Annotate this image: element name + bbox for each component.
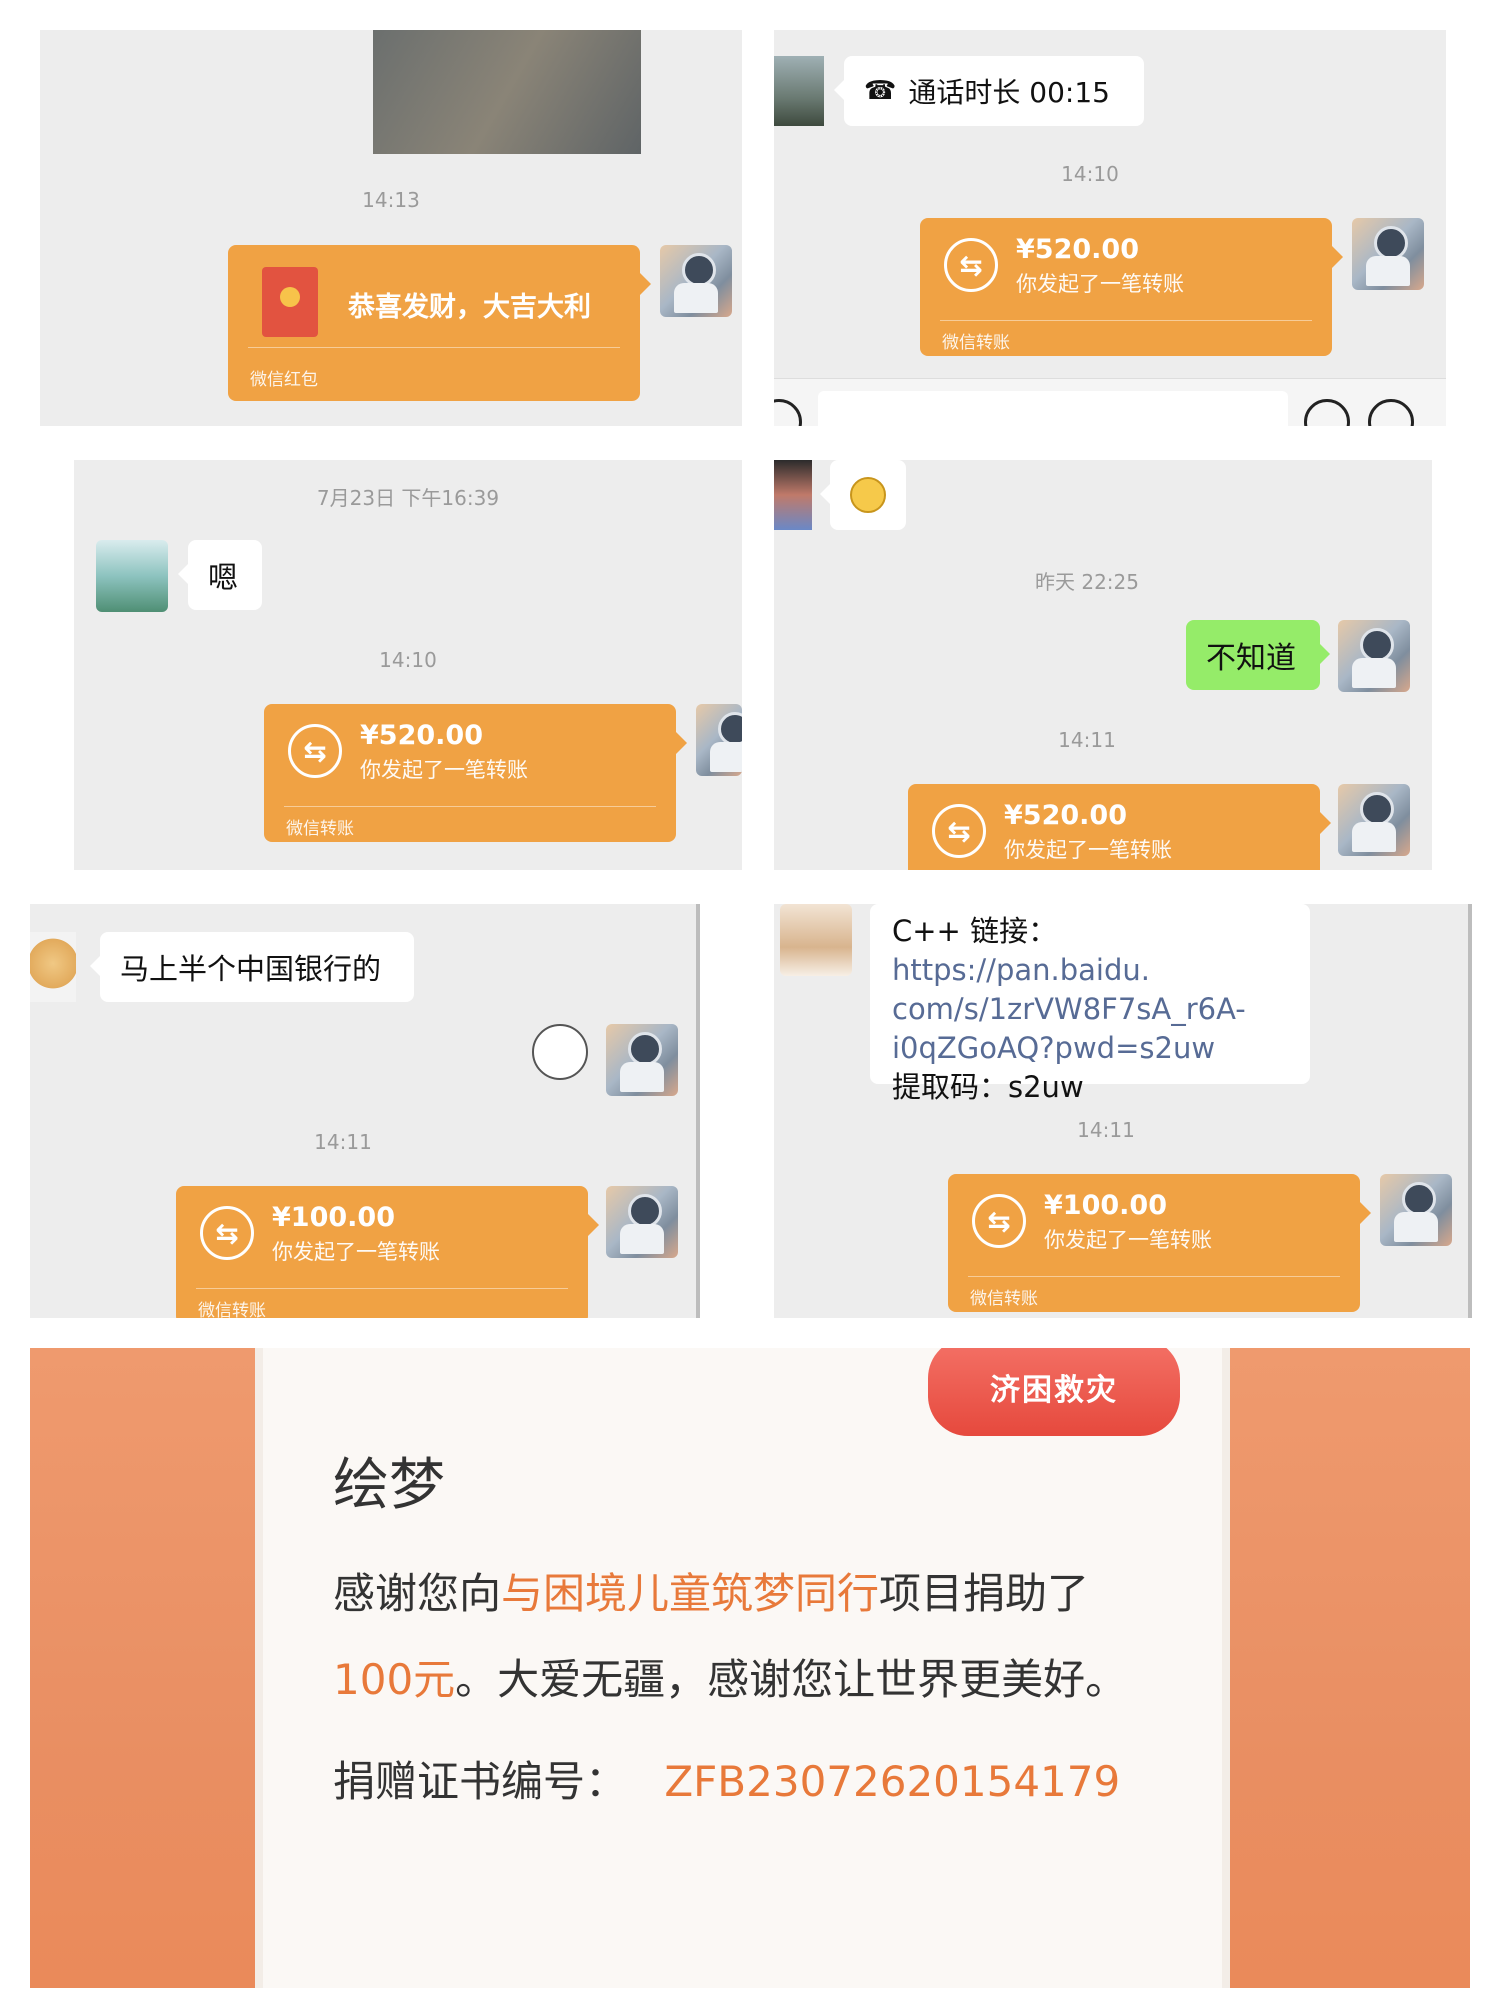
contact-avatar[interactable] — [774, 460, 812, 530]
bubble-divider — [248, 347, 620, 348]
transfer-desc: 你发起了一笔转账 — [272, 1240, 440, 1264]
input-bar — [774, 378, 1446, 426]
voice-icon[interactable] — [774, 399, 802, 426]
chat-panel-2: ☎ 通话时长 00:15 14:10 ⇆ ¥520.00 你发起了一笔转账 微信… — [774, 30, 1446, 426]
sticker-icon[interactable] — [532, 1024, 588, 1080]
transfer-bubble[interactable]: ⇆ ¥100.00 你发起了一笔转账 微信转账 — [948, 1174, 1371, 1312]
emoji-icon[interactable] — [1304, 399, 1350, 426]
my-avatar[interactable] — [1338, 784, 1410, 856]
extract-code: 提取码：s2uw — [892, 1070, 1084, 1104]
message-line-1: C++ 链接： https://pan.baidu. — [892, 912, 1288, 990]
transfer-desc: 你发起了一笔转账 — [1004, 838, 1172, 862]
timestamp: 14:11 — [314, 1130, 372, 1154]
link-message-bubble[interactable]: C++ 链接： https://pan.baidu. com/s/1zrVW8F7… — [870, 904, 1310, 1104]
transfer-desc: 你发起了一笔转账 — [1016, 272, 1184, 296]
red-packet-text: 恭喜发财，大吉大利 — [348, 292, 591, 323]
bubble-divider — [284, 806, 656, 807]
transfer-amount: ¥100.00 — [272, 1202, 395, 1233]
donation-certificate: 济困救灾 绘梦 感谢您向与困境儿童筑梦同行项目捐助了 100元。大爱无疆，感谢您… — [30, 1348, 1470, 1988]
transfer-bubble[interactable]: ⇆ ¥520.00 你发起了一笔转账 微信转账 — [920, 218, 1343, 356]
smile-emoji-icon — [850, 477, 886, 513]
transfer-footer: 微信转账 — [286, 819, 354, 839]
transfer-footer: 微信转账 — [198, 1301, 266, 1318]
my-avatar[interactable] — [696, 704, 742, 776]
thanks-text-a: 感谢您向 — [333, 1569, 502, 1618]
thanks-text-c: 。大爱无疆，感谢您让世界更美好。 — [455, 1655, 1128, 1704]
timestamp: 14:11 — [1058, 728, 1116, 752]
bubble-divider — [968, 1276, 1340, 1277]
transfer-bubble[interactable]: ⇆ ¥100.00 你发起了一笔转账 微信转账 — [176, 1186, 599, 1318]
transfer-bubble[interactable]: ⇆ ¥520.00 你发起了一笔转账 微信转账 — [264, 704, 687, 842]
link-text-3[interactable]: i0qZGoAQ?pwd=s2uw — [892, 1029, 1288, 1068]
transfer-amount: ¥520.00 — [360, 720, 483, 751]
certificate-number-line: 捐赠证书编号： ZFB23072620154179 — [333, 1748, 1120, 1809]
timestamp: 14:10 — [379, 648, 437, 672]
my-avatar[interactable] — [1352, 218, 1424, 290]
red-packet-footer: 微信红包 — [250, 370, 318, 390]
chat-panel-4: 昨天 22:25 不知道 14:11 ⇆ ¥520.00 你发起了一笔转账 — [774, 460, 1432, 870]
message-bubble[interactable]: 马上半个中国银行的 — [90, 932, 414, 1002]
transfer-icon: ⇆ — [200, 1206, 254, 1260]
bubble-divider — [940, 320, 1312, 321]
chat-panel-1: 14:13 恭喜发财，大吉大利 微信红包 — [40, 30, 742, 426]
certificate-number-label: 捐赠证书编号： — [333, 1757, 628, 1806]
transfer-bubble[interactable]: ⇆ ¥520.00 你发起了一笔转账 — [908, 784, 1331, 870]
message-bubble[interactable]: 嗯 — [178, 540, 262, 610]
contact-avatar[interactable] — [780, 904, 852, 976]
red-envelope-icon — [262, 267, 318, 337]
transfer-icon: ⇆ — [288, 724, 342, 778]
emoji-bubble[interactable] — [820, 460, 906, 530]
transfer-desc: 你发起了一笔转账 — [360, 758, 528, 782]
link-label: C++ 链接： — [892, 914, 1058, 948]
contact-avatar[interactable] — [30, 932, 76, 1002]
transfer-footer: 微信转账 — [970, 1289, 1038, 1309]
video-thumbnail[interactable] — [373, 30, 641, 154]
category-badge: 济困救灾 — [928, 1348, 1180, 1436]
bubble-divider — [196, 1288, 568, 1289]
call-duration-text: 通话时长 00:15 — [908, 76, 1110, 109]
link-text-2[interactable]: com/s/1zrVW8F7sA_r6A- — [892, 990, 1288, 1029]
plus-icon[interactable] — [1368, 399, 1414, 426]
donation-amount: 100元 — [333, 1655, 456, 1704]
sent-message-bubble[interactable]: 不知道 — [1186, 620, 1330, 690]
project-name: 与困境儿童筑梦同行 — [501, 1569, 880, 1618]
donor-name: 绘梦 — [333, 1453, 445, 1518]
contact-avatar[interactable] — [96, 540, 168, 612]
certificate-card: 济困救灾 绘梦 感谢您向与困境儿童筑梦同行项目捐助了 100元。大爱无疆，感谢您… — [255, 1348, 1230, 1988]
timestamp: 14:10 — [1061, 162, 1119, 186]
my-avatar[interactable] — [660, 245, 732, 317]
date-separator: 昨天 22:25 — [1035, 570, 1139, 594]
my-avatar[interactable] — [1338, 620, 1410, 692]
transfer-amount: ¥520.00 — [1016, 234, 1139, 265]
transfer-desc: 你发起了一笔转账 — [1044, 1228, 1212, 1252]
transfer-icon: ⇆ — [932, 804, 986, 858]
my-avatar[interactable] — [606, 1024, 678, 1096]
transfer-footer: 微信转账 — [942, 333, 1010, 353]
certificate-number: ZFB23072620154179 — [664, 1757, 1121, 1806]
transfer-icon: ⇆ — [972, 1194, 1026, 1248]
chat-panel-6: C++ 链接： https://pan.baidu. com/s/1zrVW8F7… — [774, 904, 1472, 1318]
call-bubble[interactable]: ☎ 通话时长 00:15 — [834, 56, 1144, 126]
phone-hangup-icon: ☎ — [864, 76, 897, 106]
chat-panel-3: 7月23日 下午16:39 嗯 14:10 ⇆ ¥520.00 你发起了一笔转账… — [74, 460, 742, 870]
red-packet-bubble[interactable]: 恭喜发财，大吉大利 微信红包 — [228, 245, 651, 401]
date-separator: 7月23日 下午16:39 — [316, 486, 500, 510]
timestamp: 14:11 — [1077, 1118, 1135, 1142]
message-input[interactable] — [818, 391, 1288, 426]
transfer-amount: ¥520.00 — [1004, 800, 1127, 831]
link-text-1[interactable]: https://pan.baidu. — [892, 953, 1150, 987]
transfer-amount: ¥100.00 — [1044, 1190, 1167, 1221]
thanks-line-2: 100元。大爱无疆，感谢您让世界更美好。 — [333, 1646, 1127, 1707]
thanks-line-1: 感谢您向与困境儿童筑梦同行项目捐助了 — [333, 1560, 1089, 1621]
thanks-text-b: 项目捐助了 — [879, 1569, 1090, 1618]
transfer-icon: ⇆ — [944, 238, 998, 292]
my-avatar[interactable] — [606, 1186, 678, 1258]
contact-avatar[interactable] — [774, 56, 824, 126]
timestamp: 14:13 — [362, 188, 420, 212]
my-avatar[interactable] — [1380, 1174, 1452, 1246]
chat-panel-5: 马上半个中国银行的 14:11 ⇆ ¥100.00 你发起了一笔转账 微信转账 — [30, 904, 700, 1318]
